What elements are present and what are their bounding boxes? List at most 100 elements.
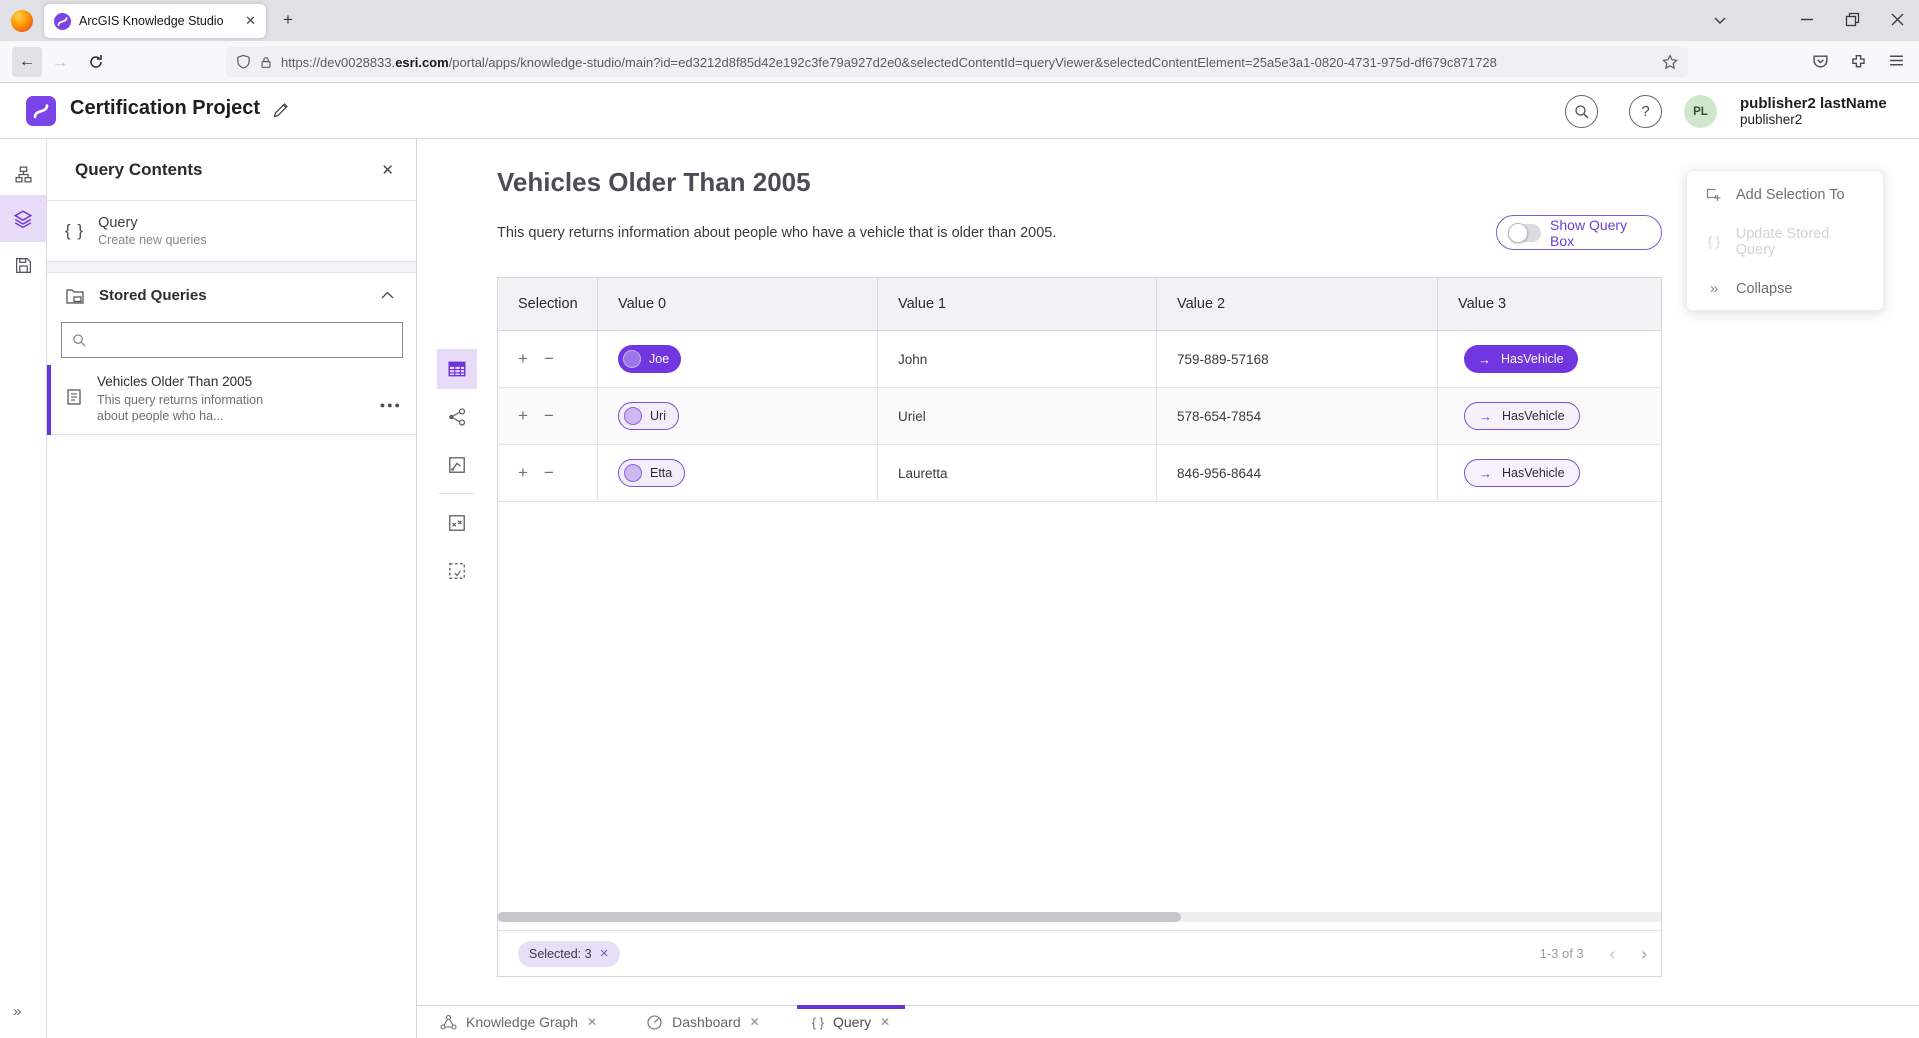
relationship-pill[interactable]: →HasVehicle <box>1464 402 1580 430</box>
content-tabs-bar: Knowledge Graph ✕ Dashboard ✕ { } Query … <box>417 1005 1919 1038</box>
table-view-icon[interactable] <box>437 349 477 389</box>
query-title: Vehicles Older Than 2005 <box>497 167 811 198</box>
next-page-button[interactable]: › <box>1641 944 1647 964</box>
clear-selection-icon[interactable]: ✕ <box>600 947 609 960</box>
selection-tools-icon[interactable] <box>437 551 477 591</box>
entity-label: Uri <box>650 409 666 423</box>
panel-close-icon[interactable]: ✕ <box>381 161 394 179</box>
pocket-icon[interactable] <box>1812 53 1829 70</box>
expand-rail-button[interactable]: » <box>13 1003 19 1020</box>
save-icon[interactable] <box>0 242 46 289</box>
entity-dot-icon <box>624 407 642 425</box>
tab-title: ArcGIS Knowledge Studio <box>79 14 237 28</box>
row-range-label: 1-3 of 3 <box>1540 946 1584 961</box>
query-list-item[interactable]: { } Query Create new queries <box>47 201 416 262</box>
tab-label: Knowledge Graph <box>466 1014 578 1030</box>
new-link-chart-icon[interactable] <box>437 445 477 485</box>
toggle-track[interactable] <box>1509 224 1541 242</box>
entity-pill[interactable]: Etta <box>618 459 685 487</box>
data-model-icon[interactable] <box>0 151 46 198</box>
add-to-square-icon <box>1705 186 1723 204</box>
value1-cell: John <box>878 331 1157 387</box>
add-to-selection-button[interactable]: + <box>518 463 528 483</box>
divider <box>439 493 475 494</box>
contents-layers-icon[interactable] <box>0 195 46 242</box>
remove-from-selection-button[interactable]: − <box>544 406 554 426</box>
hamburger-menu-icon[interactable] <box>1888 52 1905 69</box>
column-header: Value 0 <box>598 278 878 330</box>
tab-close-icon[interactable]: ✕ <box>750 1015 760 1029</box>
tab-close-icon[interactable]: ✕ <box>880 1015 890 1029</box>
new-tab-button[interactable]: + <box>283 10 293 30</box>
tab-close-icon[interactable]: ✕ <box>245 13 256 29</box>
search-button[interactable] <box>1565 95 1598 128</box>
firefox-logo-icon[interactable] <box>11 10 33 32</box>
show-query-box-label: Show Query Box <box>1550 217 1649 249</box>
show-query-box-toggle[interactable]: Show Query Box <box>1496 215 1662 250</box>
reload-button[interactable] <box>88 54 104 70</box>
selected-count-chip[interactable]: Selected: 3 ✕ <box>518 941 620 967</box>
entity-pill[interactable]: Joe <box>618 345 681 373</box>
braces-icon: { } <box>1705 234 1723 249</box>
stored-queries-search[interactable] <box>61 322 403 358</box>
previous-page-button[interactable]: ‹ <box>1610 944 1616 964</box>
url-bar[interactable]: https://dev0028833.esri.com/portal/apps/… <box>226 47 1688 77</box>
tab-dashboard[interactable]: Dashboard ✕ <box>631 1006 775 1038</box>
toggle-knob[interactable] <box>1508 223 1528 243</box>
tracking-shield-icon[interactable] <box>236 54 251 70</box>
entity-pill[interactable]: Uri <box>618 402 679 430</box>
user-avatar[interactable]: PL <box>1684 95 1717 128</box>
search-input[interactable] <box>95 333 392 348</box>
scrollbar-thumb[interactable] <box>498 912 1181 922</box>
window-close-button[interactable] <box>1890 12 1905 27</box>
table-header-row: SelectionValue 0Value 1Value 2Value 3 <box>498 278 1661 331</box>
browser-tab-strip: ArcGIS Knowledge Studio ✕ + <box>0 0 1919 41</box>
arrow-right-icon: → <box>1479 409 1492 424</box>
stored-queries-header[interactable]: Stored Queries <box>47 273 416 317</box>
bookmark-star-icon[interactable] <box>1662 54 1678 70</box>
menu-item-add-selection-to[interactable]: Add Selection To <box>1687 171 1883 218</box>
stored-query-item[interactable]: Vehicles Older Than 2005 This query retu… <box>47 365 416 435</box>
add-to-selection-button[interactable]: + <box>518 349 528 369</box>
browser-tab[interactable]: ArcGIS Knowledge Studio ✕ <box>44 4 266 38</box>
panel-title: Query Contents <box>75 160 381 180</box>
view-switcher-strip <box>437 349 477 599</box>
arcgis-favicon <box>54 13 71 30</box>
horizontal-scrollbar[interactable] <box>498 912 1661 922</box>
knowledge-graph-icon <box>440 1014 457 1031</box>
selection-cell: +− <box>498 445 598 501</box>
menu-item-update-stored-query[interactable]: { } Update Stored Query <box>1687 218 1883 265</box>
relationship-label: HasVehicle <box>1501 352 1564 366</box>
search-icon <box>72 333 87 348</box>
menu-item-label: Update Stored Query <box>1736 226 1871 258</box>
stored-query-options-button[interactable]: ●●● <box>380 400 402 434</box>
forward-button[interactable]: → <box>52 54 68 72</box>
menu-item-collapse[interactable]: » Collapse <box>1687 265 1883 312</box>
back-button[interactable]: ← <box>12 47 42 77</box>
window-minimize-button[interactable] <box>1800 18 1814 21</box>
tab-list-chevron-icon[interactable] <box>1712 12 1728 28</box>
column-header: Value 1 <box>878 278 1157 330</box>
tab-query[interactable]: { } Query ✕ <box>797 1006 905 1038</box>
relationship-pill[interactable]: →HasVehicle <box>1464 459 1580 487</box>
stored-query-doc-icon <box>65 388 83 434</box>
remove-from-selection-button[interactable]: − <box>544 349 554 369</box>
entity-cell: Uri <box>598 388 878 444</box>
window-restore-button[interactable] <box>1845 12 1860 27</box>
query-item-title: Query <box>98 215 206 231</box>
link-chart-icon[interactable] <box>437 397 477 437</box>
lock-icon[interactable] <box>259 55 273 70</box>
tab-knowledge-graph[interactable]: Knowledge Graph ✕ <box>425 1006 612 1038</box>
relationship-pill[interactable]: →HasVehicle <box>1464 345 1578 373</box>
extensions-puzzle-icon[interactable] <box>1850 53 1867 70</box>
add-to-selection-button[interactable]: + <box>518 406 528 426</box>
remove-from-selection-button[interactable]: − <box>544 463 554 483</box>
help-button[interactable]: ? <box>1629 95 1662 128</box>
edit-project-title-icon[interactable] <box>272 101 290 119</box>
entity-cell: Etta <box>598 445 878 501</box>
tab-close-icon[interactable]: ✕ <box>587 1015 597 1029</box>
relationship-cell: →HasVehicle <box>1438 445 1661 501</box>
entity-label: Etta <box>650 466 672 480</box>
folder-icon <box>65 286 85 305</box>
map-view-icon[interactable] <box>437 503 477 543</box>
